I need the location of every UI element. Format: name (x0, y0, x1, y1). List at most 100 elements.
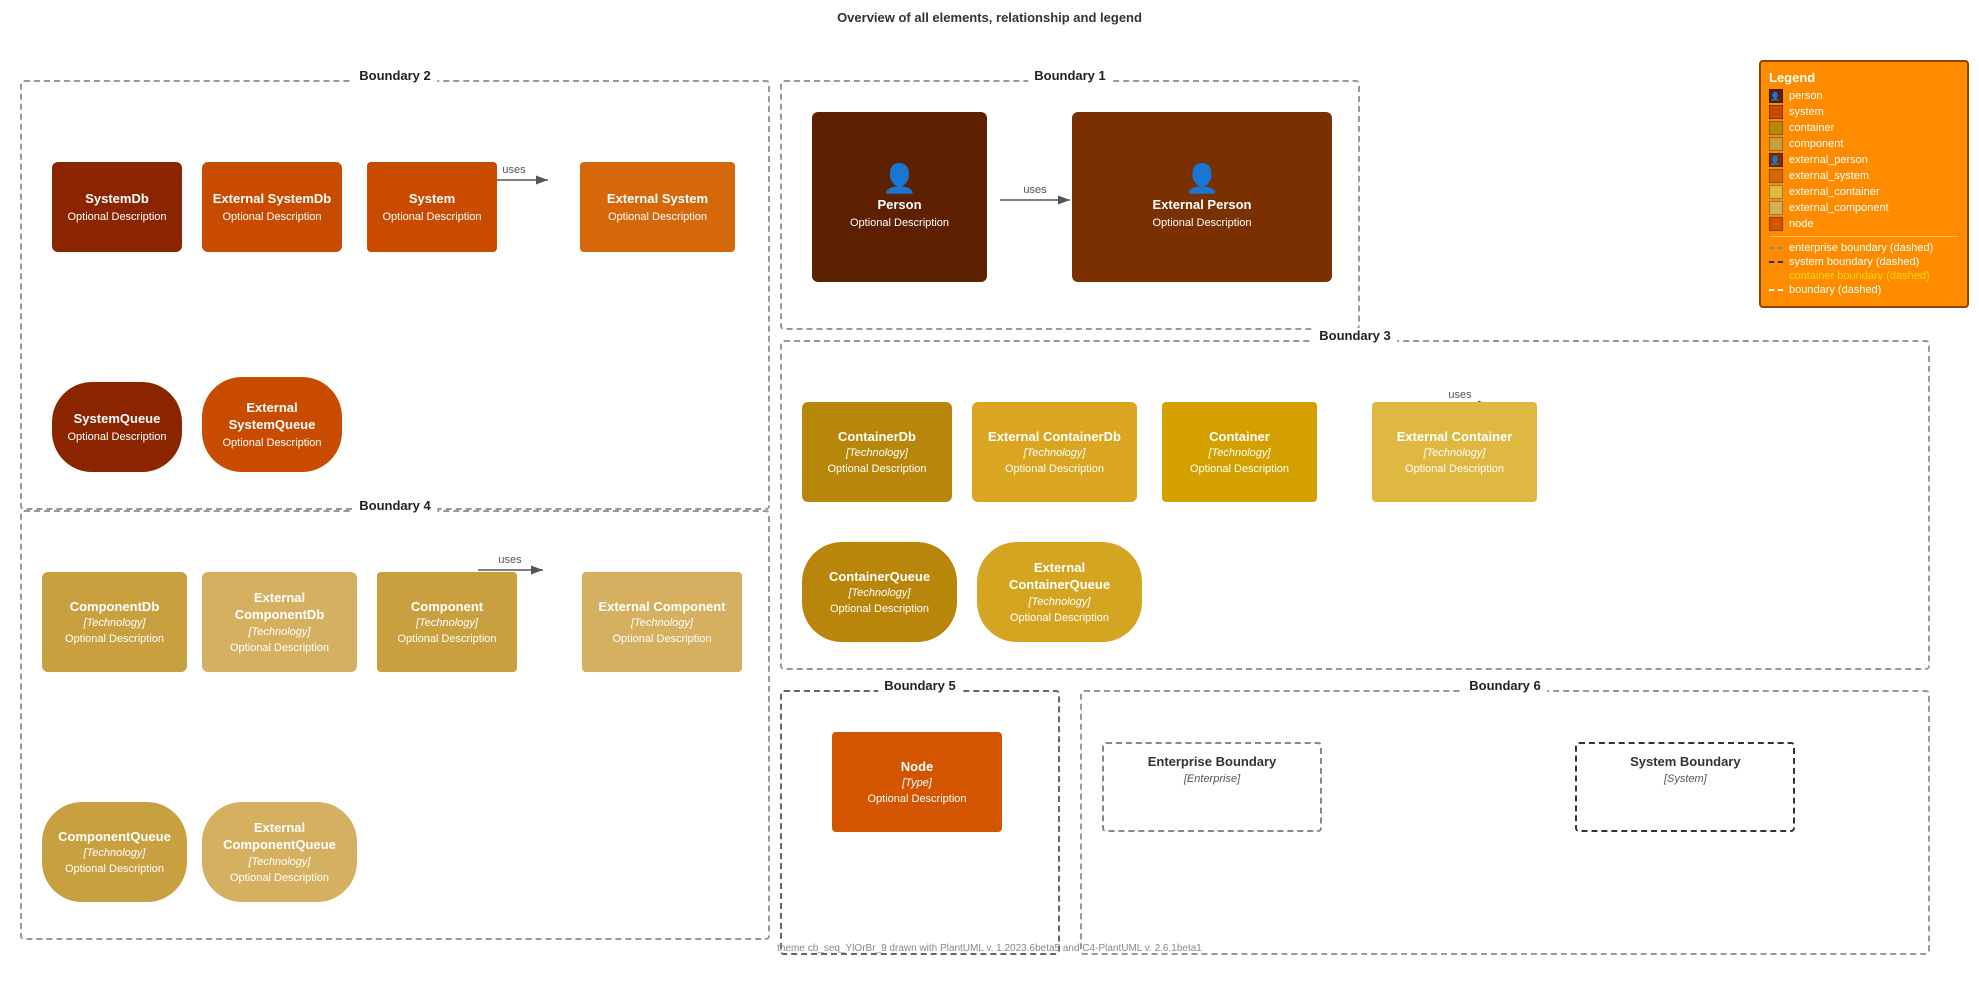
boundary-4: Boundary 4 ComponentDb [Technology] Opti… (20, 510, 770, 940)
component-queue-tech: [Technology] (84, 847, 146, 859)
external-component-db-tech: [Technology] (249, 626, 311, 638)
external-system-desc: Optional Description (608, 211, 707, 223)
person-title: Person (877, 197, 921, 214)
system-queue-box: SystemQueue Optional Description (52, 382, 182, 472)
external-component-queue-tech: [Technology] (249, 856, 311, 868)
component-tech: [Technology] (416, 617, 478, 629)
system-box: System Optional Description (367, 162, 497, 252)
external-person-desc: Optional Description (1152, 217, 1251, 229)
container-tech: [Technology] (1209, 447, 1271, 459)
system-boundary-box: System Boundary [System] (1575, 742, 1795, 832)
legend-item-external-person: 👤 external_person (1769, 153, 1959, 167)
external-systemdb-title: External SystemDb (213, 191, 332, 208)
diagram-area: uses uses uses uses Boundary 2 SystemDb … (0, 30, 1979, 960)
legend-item-external-container: external_container (1769, 185, 1959, 199)
external-person-icon: 👤 (1185, 165, 1220, 193)
container-queue-desc: Optional Description (830, 603, 929, 615)
system-boundary-tech: [System] (1587, 773, 1783, 785)
component-desc: Optional Description (397, 633, 496, 645)
system-desc: Optional Description (382, 211, 481, 223)
component-db-tech: [Technology] (84, 617, 146, 629)
page-title: Overview of all elements, relationship a… (0, 0, 1979, 30)
boundary-4-label: Boundary 4 (353, 498, 437, 513)
external-container-db-title: External ContainerDb (988, 429, 1121, 446)
component-queue-desc: Optional Description (65, 863, 164, 875)
legend-item-node: node (1769, 217, 1959, 231)
container-db-desc: Optional Description (827, 463, 926, 475)
container-title: Container (1209, 429, 1270, 446)
component-box: Component [Technology] Optional Descript… (377, 572, 517, 672)
boundary-3-label: Boundary 3 (1313, 328, 1397, 343)
legend-item-system: system (1769, 105, 1959, 119)
external-component-queue-title: External ComponentQueue (212, 820, 347, 854)
legend-container-boundary: container boundary (dashed) (1769, 270, 1959, 282)
boundary-2-label: Boundary 2 (353, 68, 437, 83)
container-queue-title: ContainerQueue (829, 569, 930, 586)
external-container-box: External Container [Technology] Optional… (1372, 402, 1537, 502)
external-person-box: 👤 External Person Optional Description (1072, 112, 1332, 282)
legend-item-external-system: external_system (1769, 169, 1959, 183)
boundary-2: Boundary 2 SystemDb Optional Description… (20, 80, 770, 510)
legend-item-external-component: external_component (1769, 201, 1959, 215)
boundary-1-label: Boundary 1 (1028, 68, 1112, 83)
boundary-3: Boundary 3 ContainerDb [Technology] Opti… (780, 340, 1930, 670)
external-component-db-box: External ComponentDb [Technology] Option… (202, 572, 357, 672)
external-container-tech: [Technology] (1424, 447, 1486, 459)
legend-box: Legend 👤 person system container compone… (1759, 60, 1969, 308)
systemdb-box: SystemDb Optional Description (52, 162, 182, 252)
enterprise-boundary-title: Enterprise Boundary (1114, 754, 1310, 771)
external-container-db-box: External ContainerDb [Technology] Option… (972, 402, 1137, 502)
container-box: Container [Technology] Optional Descript… (1162, 402, 1317, 502)
external-component-tech: [Technology] (631, 617, 693, 629)
external-container-queue-tech: [Technology] (1029, 596, 1091, 608)
boundary-6: Boundary 6 Enterprise Boundary [Enterpri… (1080, 690, 1930, 955)
container-desc: Optional Description (1190, 463, 1289, 475)
container-db-tech: [Technology] (846, 447, 908, 459)
system-queue-desc: Optional Description (67, 431, 166, 443)
external-container-title: External Container (1397, 429, 1513, 446)
legend-title: Legend (1769, 70, 1959, 85)
external-system-box: External System Optional Description (580, 162, 735, 252)
container-queue-tech: [Technology] (849, 587, 911, 599)
component-db-desc: Optional Description (65, 633, 164, 645)
external-system-queue-desc: Optional Description (222, 437, 321, 449)
systemdb-desc: Optional Description (67, 211, 166, 223)
node-title: Node (901, 759, 934, 776)
container-queue-box: ContainerQueue [Technology] Optional Des… (802, 542, 957, 642)
external-systemdb-desc: Optional Description (222, 211, 321, 223)
component-db-title: ComponentDb (70, 599, 160, 616)
container-db-title: ContainerDb (838, 429, 916, 446)
person-desc: Optional Description (850, 217, 949, 229)
external-component-queue-box: External ComponentQueue [Technology] Opt… (202, 802, 357, 902)
component-queue-box: ComponentQueue [Technology] Optional Des… (42, 802, 187, 902)
component-queue-title: ComponentQueue (58, 829, 171, 846)
legend-item-container: container (1769, 121, 1959, 135)
external-container-db-desc: Optional Description (1005, 463, 1104, 475)
legend-enterprise-boundary: enterprise boundary (dashed) (1769, 242, 1959, 254)
external-person-title: External Person (1153, 197, 1252, 214)
legend-system-boundary: system boundary (dashed) (1769, 256, 1959, 268)
external-system-queue-title: External SystemQueue (212, 400, 332, 434)
person-icon: 👤 (882, 165, 917, 193)
enterprise-boundary-box: Enterprise Boundary [Enterprise] (1102, 742, 1322, 832)
external-system-queue-box: External SystemQueue Optional Descriptio… (202, 377, 342, 472)
legend-item-person: 👤 person (1769, 89, 1959, 103)
node-tech: [Type] (902, 777, 932, 789)
boundary-5-label: Boundary 5 (878, 678, 962, 693)
footer: theme cb_seq_YlOrBr_9 drawn with PlantUM… (0, 943, 1979, 954)
systemdb-title: SystemDb (85, 191, 149, 208)
legend-boundary: boundary (dashed) (1769, 284, 1959, 296)
component-db-box: ComponentDb [Technology] Optional Descri… (42, 572, 187, 672)
external-component-db-desc: Optional Description (230, 642, 329, 654)
external-system-title: External System (607, 191, 708, 208)
boundary-5: Boundary 5 Node [Type] Optional Descript… (780, 690, 1060, 955)
person-box: 👤 Person Optional Description (812, 112, 987, 282)
external-component-db-title: External ComponentDb (212, 590, 347, 624)
container-db-box: ContainerDb [Technology] Optional Descri… (802, 402, 952, 502)
boundary-6-label: Boundary 6 (1463, 678, 1547, 693)
external-component-queue-desc: Optional Description (230, 872, 329, 884)
system-boundary-title: System Boundary (1587, 754, 1783, 771)
enterprise-boundary-tech: [Enterprise] (1114, 773, 1310, 785)
node-box: Node [Type] Optional Description (832, 732, 1002, 832)
external-container-desc: Optional Description (1405, 463, 1504, 475)
